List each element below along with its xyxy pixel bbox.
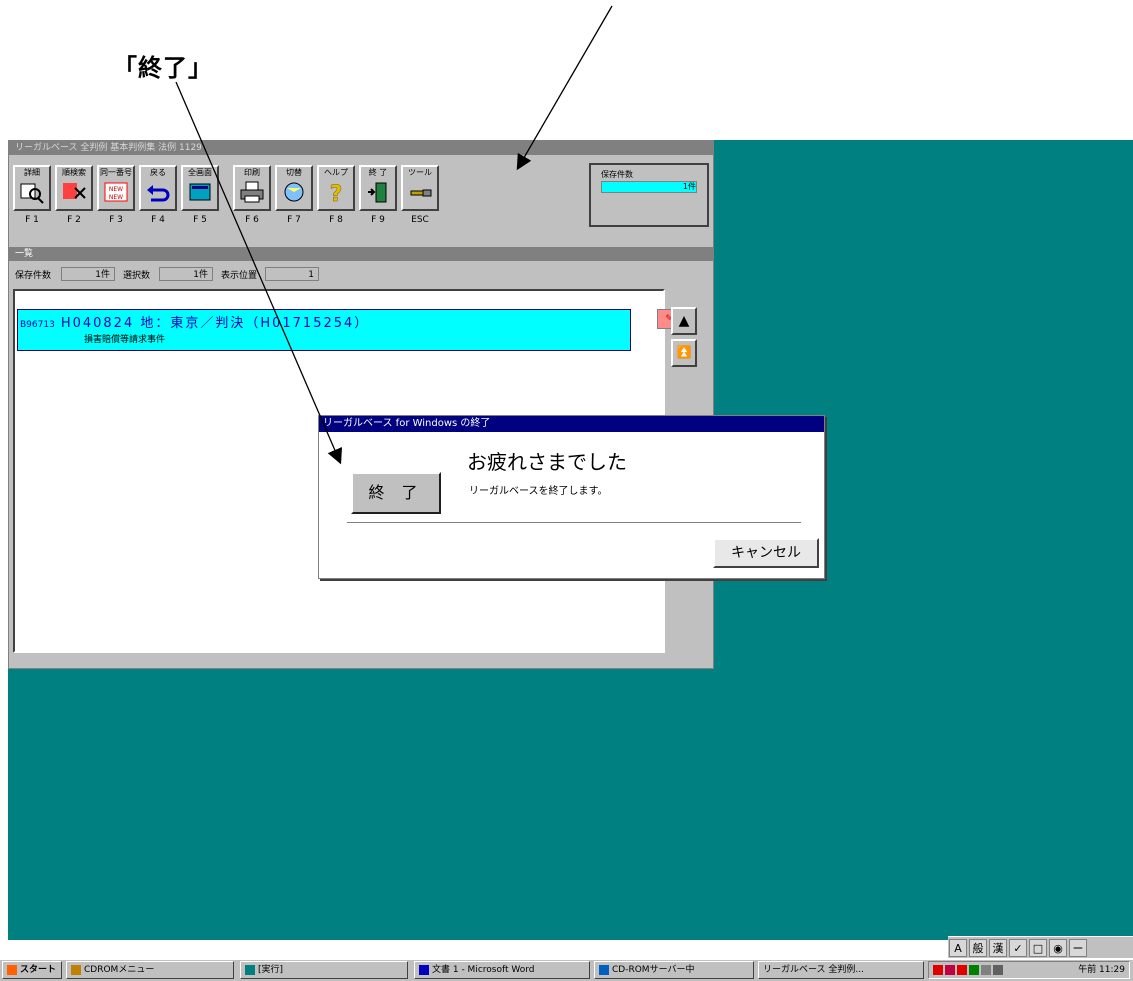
selected-value: 1件 — [159, 267, 213, 281]
tray-icon[interactable] — [993, 965, 1003, 975]
back-button[interactable]: 戻る — [139, 165, 177, 211]
ime-toolbar: A 般漢 ✓ □ ◉ ー — [948, 936, 1133, 958]
tool-icon — [410, 189, 432, 197]
app-icon — [71, 964, 81, 975]
fkey-f9: F 9 — [371, 215, 385, 225]
svg-text:?: ? — [330, 182, 343, 204]
dialog-title[interactable]: リーガルベース for Windows の終了 — [319, 416, 824, 432]
task-run[interactable]: [実行] — [240, 961, 408, 979]
return-arrow-icon — [147, 185, 170, 202]
saved-label: 保存件数 — [15, 271, 52, 281]
fkey-f5: F 5 — [193, 215, 207, 225]
scroll-top-button[interactable]: ⏫ — [671, 339, 697, 367]
position-value: 1 — [265, 267, 319, 281]
fkey-f4: F 4 — [151, 215, 165, 225]
task-word[interactable]: 文書 1 - Microsoft Word — [414, 961, 590, 979]
help-question-icon: ? — [329, 182, 343, 204]
toolbar: 詳細 順検索 同一番号 NEW NEW 戻る 全画面 印刷 切替 ヘルプ ? 終… — [13, 159, 709, 233]
task-label: リーガルベース 全判例... — [763, 965, 864, 975]
desktop-edge — [0, 140, 8, 940]
ime-prop-icon[interactable]: ◉ — [1049, 939, 1067, 957]
svg-text:NEW: NEW — [109, 186, 123, 193]
callout-label: 「終了」 — [113, 54, 213, 82]
detail-button[interactable]: 詳細 — [13, 165, 51, 211]
fkey-esc: ESC — [411, 215, 429, 225]
dialog-separator — [347, 522, 801, 523]
window-title[interactable]: リーガルベース 全判例 基本判例集 法例 1129 — [9, 141, 713, 155]
switch-button[interactable]: 切替 — [275, 165, 313, 211]
taskbar: スタート CDROMメニュー [実行] 文書 1 - Microsoft Wor… — [0, 958, 1133, 981]
fkey-f8: F 8 — [329, 215, 343, 225]
exit-button[interactable]: 終 了 — [359, 165, 397, 211]
fkey-f3: F 3 — [109, 215, 123, 225]
new-badge-icon: NEWNEW — [104, 182, 128, 202]
fkey-f6: F 6 — [245, 215, 259, 225]
ime-kanji-icon[interactable]: 漢 — [989, 939, 1007, 957]
task-label: CD-ROMサーバー中 — [612, 965, 695, 975]
task-label: [実行] — [258, 965, 284, 975]
result-title: H040824 地：東京／判決（H01715254） — [60, 316, 370, 331]
list-title-bar: 一覧 — [9, 247, 713, 261]
result-row[interactable]: B96713 H040824 地：東京／判決（H01715254） 損害賠償等請求… — [17, 309, 631, 351]
dialog-heading: お疲れさまでした — [467, 450, 627, 474]
ime-mode-icon[interactable]: A — [949, 939, 967, 957]
run-icon — [245, 964, 255, 975]
saved-value: 1件 — [61, 267, 115, 281]
task-cdrom-menu[interactable]: CDROMメニュー — [66, 961, 234, 979]
search-scissors-icon — [63, 183, 86, 199]
start-label: スタート — [20, 965, 57, 975]
status-row: 保存件数 1件 選択数 1件 表示位置 1 — [13, 265, 709, 285]
task-legalbase[interactable]: リーガルベース 全判例... — [758, 961, 924, 979]
clock[interactable]: 午前 11:29 — [1078, 962, 1125, 978]
selected-label: 選択数 — [123, 271, 151, 281]
result-id: B96713 — [20, 320, 55, 330]
result-case-name: 損害賠償等請求事件 — [84, 335, 166, 345]
fullscreen-button[interactable]: 全画面 — [181, 165, 219, 211]
word-icon — [419, 964, 429, 975]
task-label: CDROMメニュー — [84, 965, 155, 975]
saved-count-label: 保存件数 — [601, 170, 633, 179]
sequential-search-button[interactable]: 順検索 — [55, 165, 93, 211]
fullscreen-icon — [189, 183, 211, 201]
tray-icon[interactable] — [945, 965, 955, 975]
scroll-up-button[interactable]: ▲ — [671, 307, 697, 335]
globe-switch-icon — [284, 182, 304, 202]
ime-check-icon[interactable]: ✓ — [1009, 939, 1027, 957]
system-tray: 午前 11:29 — [928, 961, 1130, 979]
tray-icon[interactable] — [933, 965, 943, 975]
ime-pad-icon[interactable]: □ — [1029, 939, 1047, 957]
ime-min-icon[interactable]: ー — [1069, 939, 1087, 957]
tray-icon[interactable] — [981, 965, 991, 975]
fkey-f1: F 1 — [25, 215, 39, 225]
svg-text:NEW: NEW — [109, 194, 123, 201]
printer-icon — [240, 181, 264, 203]
start-button[interactable]: スタート — [2, 961, 62, 979]
result-line-1: B96713 H040824 地：東京／判決（H01715254） — [20, 312, 369, 331]
tray-icon[interactable] — [969, 965, 979, 975]
task-label: 文書 1 - Microsoft Word — [432, 965, 535, 975]
ime-conversion-icon[interactable]: 般 — [969, 939, 987, 957]
server-icon — [599, 964, 609, 975]
tray-icons — [933, 965, 1005, 981]
same-number-button[interactable]: 同一番号 NEW NEW — [97, 165, 135, 211]
saved-count-panel: 保存件数 1件 — [589, 163, 709, 227]
print-button[interactable]: 印刷 — [233, 165, 271, 211]
windows-logo-icon — [7, 964, 17, 975]
fkey-f2: F 2 — [67, 215, 81, 225]
dialog-message: リーガルベースを終了します。 — [469, 486, 608, 497]
fkey-f7: F 7 — [287, 215, 301, 225]
main-window: リーガルベース 全判例 基本判例集 法例 1129 詳細 順検索 同一番号 NE… — [8, 140, 714, 669]
help-button[interactable]: ヘルプ ? — [317, 165, 355, 211]
magnifier-icon — [20, 183, 44, 204]
exit-door-icon — [368, 182, 387, 203]
dialog-exit-button[interactable]: 終 了 — [351, 472, 441, 514]
saved-count-bar: 1件 — [601, 181, 697, 193]
dialog-cancel-button[interactable]: キャンセル — [713, 538, 819, 568]
exit-dialog: リーガルベース for Windows の終了 お疲れさまでした リーガルベース… — [318, 415, 825, 579]
task-cdrom-server[interactable]: CD-ROMサーバー中 — [594, 961, 754, 979]
position-label: 表示位置 — [221, 271, 258, 281]
tray-icon[interactable] — [957, 965, 967, 975]
tool-button[interactable]: ツール — [401, 165, 439, 211]
